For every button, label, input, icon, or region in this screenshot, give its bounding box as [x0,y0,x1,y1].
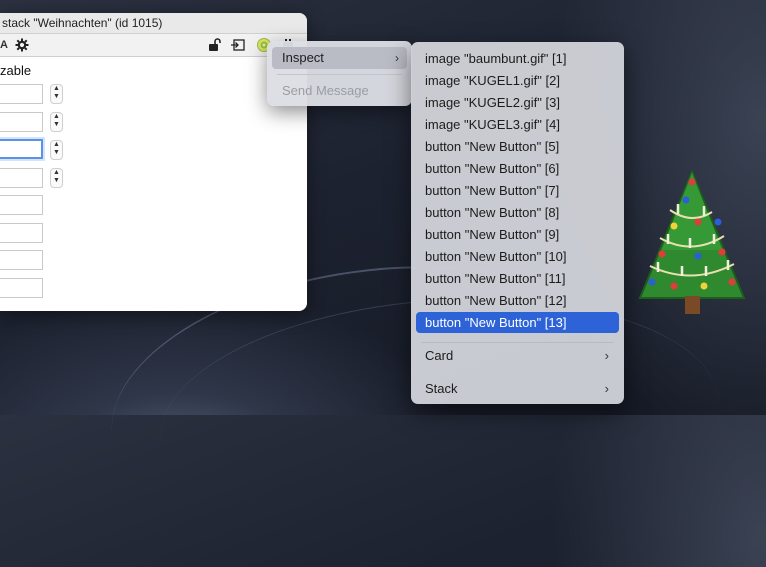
menu-item-label: Stack [425,381,458,396]
lock-icon[interactable] [206,37,222,53]
number-field[interactable] [0,112,43,132]
submenu-object-item[interactable]: button "New Button" [12] [416,290,619,311]
chevron-right-icon: › [395,51,399,65]
message-box-icon[interactable] [230,37,246,53]
inspector-window: stack "Weihnachten" (id 1015) A zable ▲ ▼… [0,13,307,311]
christmas-tree-image [632,169,766,320]
menu-item-send-message: Send Message [272,80,407,102]
submenu-object-item[interactable]: image "baumbunt.gif" [1] [416,48,619,69]
menu-item-label: Inspect [282,50,324,65]
window-title: stack "Weihnachten" (id 1015) [0,13,307,34]
text-field[interactable] [0,223,43,243]
submenu-item-stack[interactable]: Stack › [416,378,619,399]
submenu-object-item[interactable]: button "New Button" [8] [416,202,619,223]
submenu-object-item[interactable]: image "KUGEL3.gif" [4] [416,114,619,135]
inspect-submenu: image "baumbunt.gif" [1] image "KUGEL1.g… [411,42,624,404]
gear-icon[interactable] [14,37,30,53]
stepper[interactable]: ▲ ▼ [50,112,63,132]
context-menu: Inspect › Send Message [267,41,412,106]
submenu-object-item[interactable]: button "New Button" [11] [416,268,619,289]
menu-item-label: Send Message [282,83,369,98]
text-field[interactable] [0,278,43,298]
number-field[interactable] [0,168,43,188]
menu-separator [421,342,614,343]
chevron-right-icon: › [604,348,609,363]
menu-item-label: Card [425,348,454,363]
submenu-object-item[interactable]: button "New Button" [7] [416,180,619,201]
text-field[interactable] [0,195,43,215]
property-label: zable [0,63,32,78]
submenu-object-item[interactable]: button "New Button" [9] [416,224,619,245]
stepper[interactable]: ▲ ▼ [50,140,63,160]
submenu-item-card[interactable]: Card › [416,345,619,366]
stepper[interactable]: ▲ ▼ [50,168,63,188]
menu-separator [277,74,402,75]
number-field-focused[interactable] [0,139,43,159]
submenu-object-item[interactable]: button "New Button" [6] [416,158,619,179]
stepper[interactable]: ▲ ▼ [50,84,63,104]
inspector-toolbar: A [0,34,307,57]
chevron-right-icon: › [604,381,609,396]
text-field[interactable] [0,250,43,270]
text-a-icon[interactable]: A [0,37,12,53]
number-field[interactable] [0,84,43,104]
submenu-object-item[interactable]: button "New Button" [5] [416,136,619,157]
menu-item-inspect[interactable]: Inspect › [272,47,407,69]
submenu-object-item[interactable]: image "KUGEL2.gif" [3] [416,92,619,113]
submenu-object-item-selected[interactable]: button "New Button" [13] [416,312,619,333]
submenu-object-item[interactable]: button "New Button" [10] [416,246,619,267]
submenu-object-item[interactable]: image "KUGEL1.gif" [2] [416,70,619,91]
